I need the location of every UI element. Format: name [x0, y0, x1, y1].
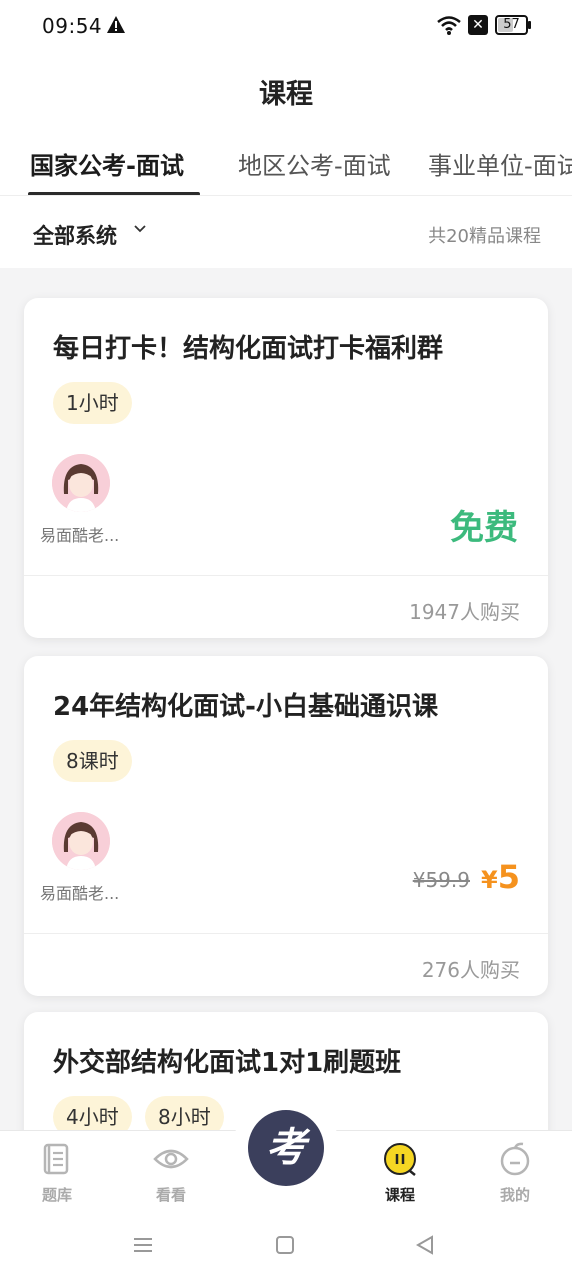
home-icon[interactable]	[274, 1234, 296, 1256]
back-icon[interactable]	[414, 1234, 436, 1256]
price-label: 免费	[450, 508, 518, 548]
duration-tag: 1小时	[53, 382, 132, 424]
duration-tag: 8课时	[53, 740, 132, 782]
nav-profile[interactable]: 我的	[475, 1131, 555, 1211]
system-nav-bar	[0, 1210, 572, 1280]
kao-logo-button[interactable]: 考	[248, 1110, 324, 1186]
course-title: 24年结构化面试-小白基础通识课	[53, 692, 438, 722]
tab-regional-exam-interview[interactable]: 地区公考-面试	[238, 146, 391, 181]
course-icon	[384, 1143, 416, 1176]
filter-row: 全部系统 共20精品课程	[0, 196, 572, 268]
teacher-avatar	[52, 454, 110, 512]
eye-icon	[153, 1149, 189, 1169]
system-filter-dropdown[interactable]: 全部系统	[33, 220, 117, 250]
currency-symbol: ¥	[481, 866, 498, 894]
nav-label: 我的	[499, 1186, 530, 1204]
nav-question-bank[interactable]: 题库	[17, 1131, 97, 1211]
status-time: 09:54	[42, 14, 103, 38]
tab-public-institution-interview[interactable]: 事业单位-面试	[428, 146, 572, 181]
teacher-avatar	[52, 812, 110, 870]
teacher-name: 易面酷老...	[40, 884, 120, 903]
nav-label: 课程	[384, 1186, 415, 1204]
original-price: ¥59.9	[412, 868, 470, 892]
battery-level: 57	[503, 17, 520, 32]
course-title: 外交部结构化面试1对1刷题班	[53, 1048, 402, 1078]
sim-icon: ✕	[468, 15, 488, 35]
price-value: 5	[497, 858, 520, 896]
teacher-name: 易面酷老...	[40, 526, 120, 545]
course-title: 每日打卡！结构化面试打卡福利群	[53, 334, 444, 364]
status-bar: 09:54 ✕ 57	[0, 0, 572, 52]
divider	[24, 575, 548, 576]
wifi-icon	[437, 16, 461, 35]
menu-icon[interactable]	[132, 1234, 154, 1256]
profile-icon	[500, 1142, 530, 1176]
tab-national-exam-interview[interactable]: 国家公考-面试	[30, 146, 184, 181]
divider	[24, 933, 548, 934]
course-card[interactable]: 24年结构化面试-小白基础通识课 8课时 易面酷老... ¥59.9 ¥5 27…	[24, 656, 548, 996]
nav-label: 看看	[155, 1186, 186, 1204]
course-count: 共20精品课程	[428, 226, 541, 247]
category-tabs: 国家公考-面试 地区公考-面试 事业单位-面试	[0, 140, 572, 196]
current-price: ¥5	[481, 858, 520, 896]
nav-look[interactable]: 看看	[131, 1131, 211, 1211]
buyer-count: 1947人购买	[409, 600, 520, 624]
page-title: 课程	[259, 79, 313, 110]
buyer-count: 276人购买	[421, 958, 520, 982]
nav-courses[interactable]: 课程	[360, 1131, 440, 1211]
chevron-down-icon[interactable]	[133, 222, 147, 236]
warning-icon	[107, 16, 125, 33]
course-card[interactable]: 每日打卡！结构化面试打卡福利群 1小时 易面酷老... 免费 1947人购买	[24, 298, 548, 638]
nav-label: 题库	[41, 1186, 72, 1204]
question-bank-icon	[43, 1143, 69, 1175]
battery-icon: 57	[495, 15, 531, 35]
